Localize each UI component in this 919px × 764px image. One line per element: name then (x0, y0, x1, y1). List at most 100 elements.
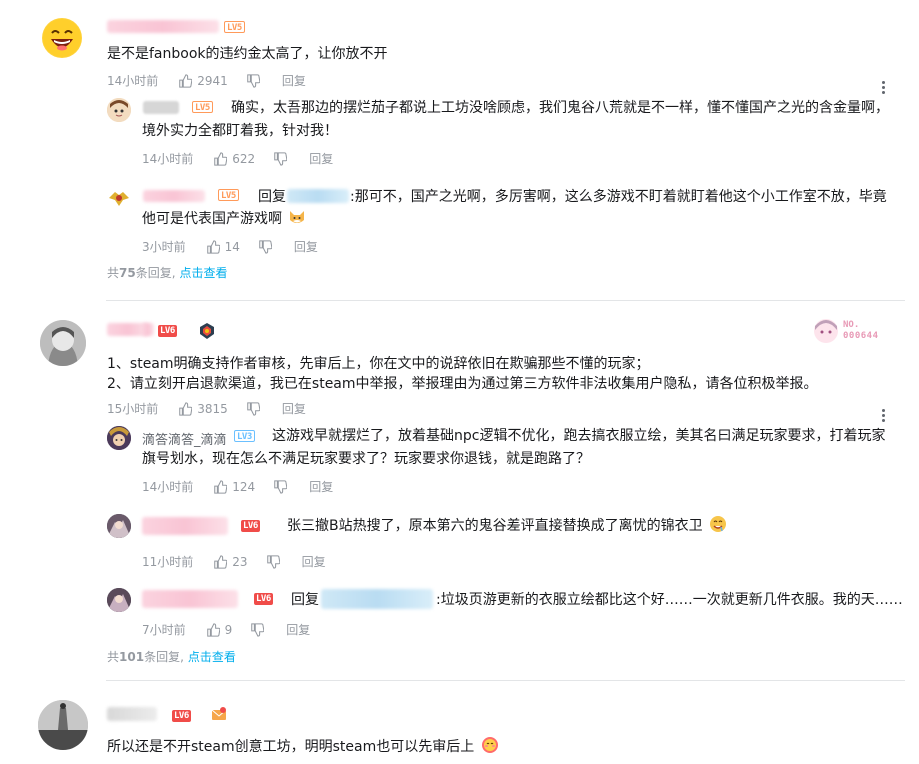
anime-girl-icon (814, 319, 838, 343)
reply-button[interactable]: 回复 (282, 73, 306, 89)
username[interactable] (142, 590, 238, 608)
badge-number: 000644 (843, 331, 879, 341)
like-count: 622 (232, 152, 256, 166)
blush-emoji-icon (481, 737, 498, 753)
drool-emoji-icon (710, 516, 727, 532)
more-options-icon[interactable] (882, 81, 886, 94)
crest-badge-icon (200, 323, 214, 339)
reply-meta: 7小时前 9 回复 (142, 622, 310, 638)
dislike-button[interactable] (246, 402, 260, 416)
avatar[interactable] (38, 700, 88, 750)
like-count: 14 (224, 240, 240, 254)
reply-text: :垃圾页游更新的衣服立绘都比这个好……一次就更新几件衣服。我的天…… (436, 592, 903, 608)
reply-button[interactable]: 回复 (286, 622, 310, 638)
dislike-button[interactable] (273, 480, 288, 494)
level-badge: LV5 (192, 101, 213, 113)
like-button[interactable]: 23 (213, 554, 248, 570)
reply-button[interactable]: 回复 (302, 554, 326, 570)
username[interactable] (142, 323, 154, 336)
reply-meta: 14小时前 124 回复 (142, 479, 333, 495)
avatar[interactable] (40, 320, 86, 366)
reply-text: 境外实力全都盯着我，针对我！ (142, 123, 338, 139)
like-button[interactable]: 622 (213, 151, 255, 167)
timestamp: 3小时前 (142, 240, 186, 254)
comment-meta: 15小时前 3815 回复 (107, 401, 306, 417)
reply-button[interactable]: 回复 (282, 401, 306, 417)
username[interactable] (107, 707, 157, 721)
avatar[interactable] (107, 98, 131, 122)
dislike-button[interactable] (266, 555, 280, 569)
level-badge: LV5 (224, 21, 245, 33)
comment-meta: 14小时前 2941 回复 (107, 73, 306, 89)
reply-count: 101 (119, 650, 145, 664)
level-badge: LV6 (158, 325, 177, 337)
username[interactable] (143, 190, 205, 202)
reply-count: 75 (119, 266, 136, 280)
reply-text: 张三撤B站热搜了，原本第六的鬼谷差评直接替换成了离忧的锦衣卫 (287, 514, 727, 538)
reply-text: 旗号划水，现在怎么不满足玩家要求了？玩家要求你退钱，就是跑路了？ (142, 451, 590, 467)
timestamp: 14小时前 (142, 480, 194, 494)
username[interactable] (142, 517, 228, 535)
dislike-icon (266, 555, 280, 569)
dislike-button[interactable] (250, 623, 265, 637)
like-count: 3815 (197, 402, 228, 416)
reply-meta: 11小时前 23 回复 (142, 554, 326, 570)
divider (106, 680, 905, 681)
reply-prefix: 回复 (258, 189, 286, 205)
more-prefix: 共 (107, 266, 120, 280)
comment-text: 所以还是不开steam创意工坊，明明steam也可以先审后上 (107, 735, 499, 759)
like-button[interactable]: 14 (206, 239, 240, 255)
reply-text: 回复 (291, 588, 319, 612)
reply-meta: 3小时前 14 回复 (142, 239, 318, 255)
view-replies-link[interactable]: 点击查看 (188, 650, 236, 664)
reply-text-line: 张三撤B站热搜了，原本第六的鬼谷差评直接替换成了离忧的锦衣卫 (287, 518, 703, 534)
more-options-icon[interactable] (882, 409, 886, 422)
avatar[interactable] (107, 588, 131, 612)
reply-target-username[interactable] (321, 589, 433, 609)
dislike-button[interactable] (258, 240, 272, 254)
reply-button[interactable]: 回复 (294, 239, 318, 255)
like-icon (214, 480, 228, 494)
dislike-icon (247, 402, 260, 416)
reply-text: 这游戏早就摆烂了，放着基础npc逻辑不优化，跑去搞衣服立绘，美其名曰满足玩家要求… (272, 428, 886, 444)
dislike-icon (274, 152, 288, 166)
badge-label: NO. (843, 320, 860, 330)
username[interactable] (143, 101, 179, 114)
like-button[interactable]: 124 (213, 479, 255, 495)
dislike-icon (274, 480, 288, 494)
reply-text: 确实，太吾那边的摆烂茄子都说上工坊没啥顾虑，我们鬼谷八荒就是不一样，懂不懂国产之… (231, 100, 889, 116)
like-button[interactable]: 3815 (178, 401, 228, 417)
reply-prefix: 回复 (291, 592, 319, 608)
divider (106, 300, 905, 301)
timestamp: 7小时前 (142, 623, 186, 637)
avatar[interactable] (107, 426, 131, 450)
username[interactable]: 滴答滴答_滴滴 (142, 429, 227, 448)
like-button[interactable]: 2941 (178, 73, 228, 89)
fox-emoji-icon (290, 211, 305, 223)
reply-button[interactable]: 回复 (309, 479, 333, 495)
level-badge: LV5 (218, 189, 239, 201)
like-count: 124 (232, 480, 256, 494)
comment-text: 2、请立刻开启退款渠道，我已在steam中举报，举报理由为通过第三方软件非法收集… (107, 376, 818, 392)
avatar[interactable] (107, 186, 131, 210)
dislike-icon (247, 74, 260, 88)
comment-text-line: 所以还是不开steam创意工坊，明明steam也可以先审后上 (107, 739, 475, 755)
like-icon (206, 623, 220, 637)
dislike-button[interactable] (273, 152, 288, 166)
laughing-emoji-icon (43, 19, 81, 57)
like-count: 23 (232, 555, 248, 569)
reply-target-username[interactable] (287, 189, 349, 203)
avatar[interactable] (42, 18, 82, 58)
level-badge: LV3 (234, 430, 255, 442)
like-button[interactable]: 9 (206, 622, 232, 638)
fan-number-badge: NO. 000644 (811, 316, 885, 346)
timestamp: 14小时前 (107, 74, 159, 88)
view-more-replies: 共101条回复, 点击查看 (107, 648, 236, 665)
reply-button[interactable]: 回复 (309, 151, 333, 167)
username[interactable] (107, 20, 219, 33)
level-badge: LV6 (254, 593, 273, 605)
view-replies-link[interactable]: 点击查看 (180, 266, 228, 280)
level-badge: LV6 (172, 710, 191, 722)
dislike-button[interactable] (246, 74, 260, 88)
avatar[interactable] (107, 514, 131, 538)
